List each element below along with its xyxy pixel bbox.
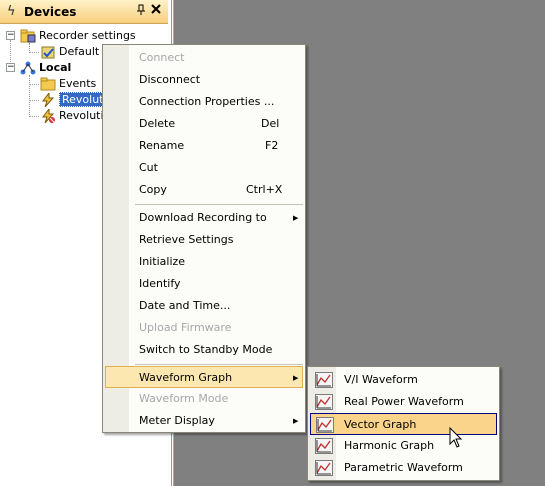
close-icon[interactable] — [151, 3, 161, 18]
panel-header: ϟ Devices — [0, 0, 168, 24]
shortcut-label: Ctrl+X — [246, 183, 283, 196]
shortcut-label: F2 — [265, 139, 279, 152]
graph-icon — [316, 417, 334, 433]
graph-icon — [315, 438, 333, 454]
folder-icon — [40, 77, 56, 91]
menu-item-date-time[interactable]: Date and Time... — [105, 295, 303, 317]
graph-icon — [315, 460, 333, 476]
menu-item-rename[interactable]: Rename F2 — [105, 135, 303, 157]
pin-icon[interactable] — [136, 4, 146, 19]
network-icon — [20, 61, 36, 75]
submenu-arrow-icon: ▶ — [293, 374, 299, 382]
device-disconnected-icon — [40, 107, 56, 124]
settings-file-icon — [40, 45, 56, 59]
menu-item-waveform-graph[interactable]: Waveform Graph ▶ — [105, 366, 303, 388]
menu-item-delete[interactable]: Delete Del — [105, 113, 303, 135]
tree-label: Default s — [59, 45, 109, 58]
graph-icon — [315, 372, 333, 388]
tree-label: Events — [59, 77, 97, 90]
tree-item-events[interactable]: Events — [40, 76, 96, 92]
tree-item-default-settings[interactable]: Default s — [40, 44, 108, 60]
tree-item-local[interactable]: Local — [20, 60, 71, 76]
menu-item-upload-firmware[interactable]: Upload Firmware — [105, 317, 303, 339]
tree-expander-recorder[interactable]: − — [6, 31, 15, 40]
menu-item-standby-mode[interactable]: Switch to Standby Mode — [105, 339, 303, 361]
device-icon — [40, 91, 56, 108]
submenu-arrow-icon: ▶ — [293, 214, 299, 222]
tree-label: Recorder settings — [39, 29, 136, 42]
menu-item-meter-display[interactable]: Meter Display ▶ — [105, 410, 303, 432]
submenu-item-harmonic-graph[interactable]: Harmonic Graph — [310, 435, 497, 457]
submenu-arrow-icon: ▶ — [293, 417, 299, 425]
menu-item-disconnect[interactable]: Disconnect — [105, 69, 303, 91]
menu-separator — [135, 204, 303, 205]
menu-separator — [135, 364, 303, 365]
submenu-item-real-power-waveform[interactable]: Real Power Waveform — [310, 391, 497, 413]
menu-item-connect[interactable]: Connect — [105, 47, 303, 69]
graph-icon — [315, 394, 333, 410]
submenu-item-vi-waveform[interactable]: V/I Waveform — [310, 369, 497, 391]
menu-item-retrieve-settings[interactable]: Retrieve Settings — [105, 229, 303, 251]
context-menu: Connect Disconnect Connection Properties… — [102, 44, 306, 433]
menu-item-initialize[interactable]: Initialize — [105, 251, 303, 273]
tree-expander-local[interactable]: − — [6, 63, 15, 72]
tree-label: Local — [39, 61, 72, 74]
menu-item-connection-properties[interactable]: Connection Properties ... — [105, 91, 303, 113]
tree-item-recorder-settings[interactable]: Recorder settings — [20, 28, 136, 44]
menu-item-download-recording[interactable]: Download Recording to ▶ — [105, 207, 303, 229]
menu-item-identify[interactable]: Identify — [105, 273, 303, 295]
waveform-graph-submenu: V/I Waveform Real Power Waveform Vector … — [307, 366, 500, 481]
submenu-item-parametric-waveform[interactable]: Parametric Waveform — [310, 457, 497, 479]
submenu-item-vector-graph[interactable]: Vector Graph — [310, 413, 497, 435]
shortcut-label: Del — [261, 117, 280, 130]
panel-title: Devices — [24, 5, 77, 19]
folder-settings-icon — [20, 29, 36, 43]
lightning-icon: ϟ — [7, 4, 16, 19]
menu-item-copy[interactable]: Copy Ctrl+X — [105, 179, 303, 201]
mouse-cursor-icon — [449, 426, 463, 452]
menu-item-cut[interactable]: Cut — [105, 157, 303, 179]
menu-item-waveform-mode[interactable]: Waveform Mode — [105, 388, 303, 410]
tree-item-revolution[interactable]: Revolutio — [40, 107, 110, 124]
